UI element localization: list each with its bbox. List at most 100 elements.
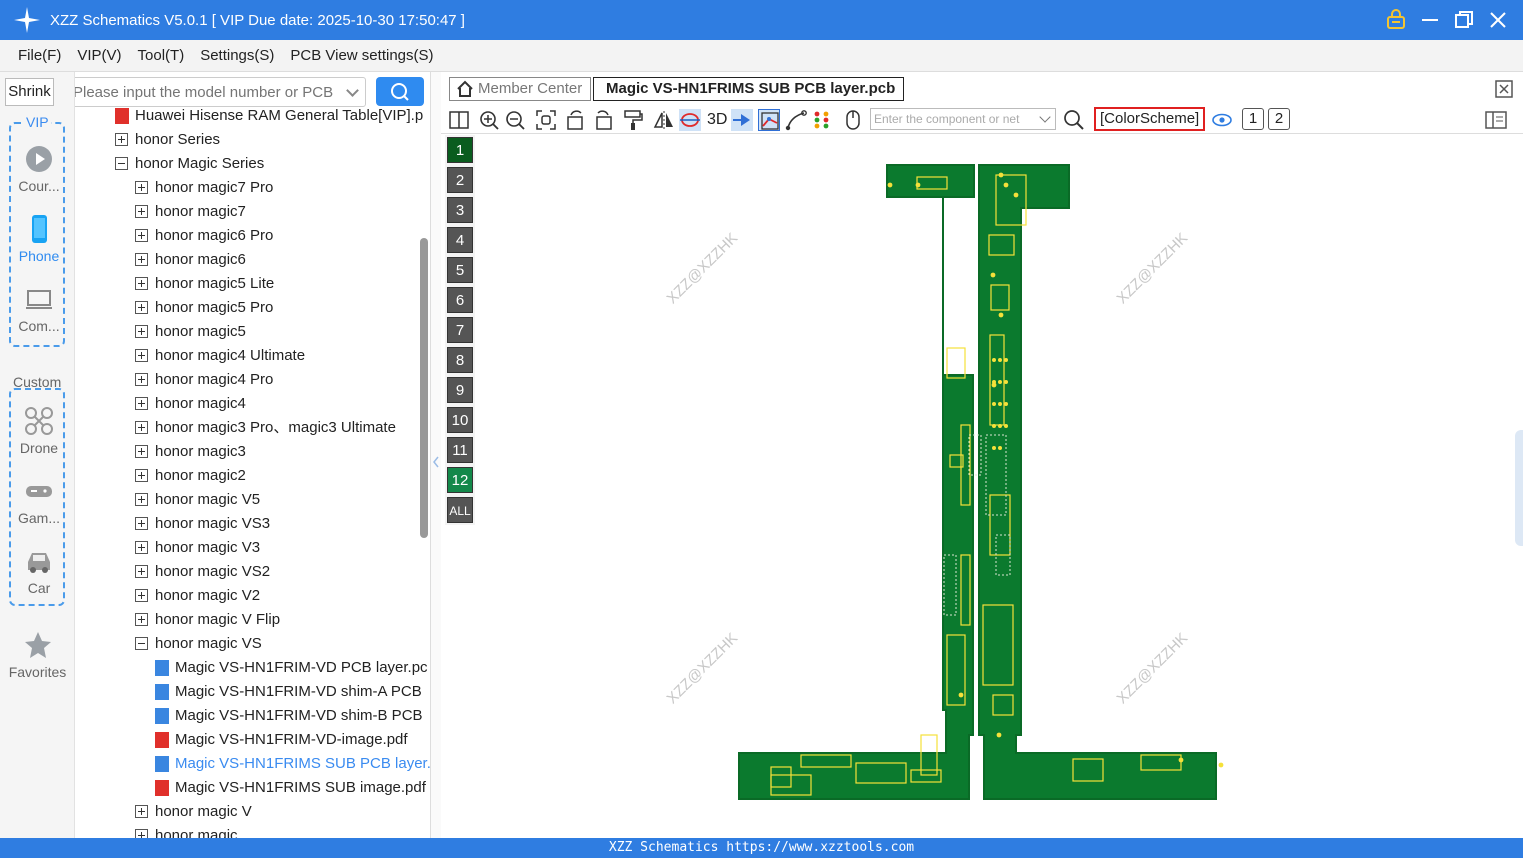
close-icon[interactable] — [1487, 9, 1509, 31]
menu-vip[interactable]: VIP(V) — [77, 47, 121, 64]
expand-icon[interactable] — [135, 229, 148, 242]
nav-item-label: Drone — [19, 440, 59, 456]
net-highlight-icon[interactable] — [758, 109, 780, 131]
search-button[interactable] — [376, 77, 424, 106]
expand-icon[interactable] — [135, 805, 148, 818]
rotate-left-icon[interactable] — [565, 109, 587, 131]
tree-row-label: honor magic VS3 — [155, 515, 271, 532]
expand-icon[interactable] — [135, 517, 148, 530]
tree-row-label: honor Magic Series — [135, 155, 265, 172]
pin-icon[interactable] — [731, 109, 753, 131]
vip-group-label: VIP — [24, 114, 51, 130]
dots-grid-icon[interactable] — [811, 109, 833, 131]
tree-row-label: honor magic5 — [155, 323, 246, 340]
tab-label: Magic VS-HN1FRIMS SUB PCB layer.pcb — [606, 80, 896, 97]
paint-roller-icon[interactable] — [622, 109, 644, 131]
restore-icon[interactable] — [1453, 9, 1475, 31]
nav-item-computer[interactable]: Com... — [11, 284, 67, 334]
tree-row-label: Magic VS-HN1FRIM-VD-image.pdf — [175, 731, 408, 748]
left-nav: Shrink VIP Cour... Phone Com... Custom D… — [0, 72, 75, 838]
pdf-file-icon — [155, 780, 169, 796]
nav-item-favorites[interactable]: Favorites — [1, 630, 74, 680]
chevron-down-icon[interactable] — [1039, 111, 1051, 123]
title-bar: XZZ Schematics V5.0.1 [ VIP Due date: 20… — [0, 0, 1523, 40]
menu-pcb-view-settings[interactable]: PCB View settings(S) — [290, 47, 433, 64]
pcb-canvas[interactable]: XZZ@XZZHK XZZ@XZZHK XZZ@XZZHK XZZ@XZZHK — [441, 135, 1523, 838]
expand-icon[interactable] — [135, 253, 148, 266]
shrink-button[interactable]: Shrink — [5, 78, 54, 106]
panel-splitter[interactable] — [431, 72, 441, 838]
nav-item-label: Favorites — [8, 664, 67, 680]
mouse-icon[interactable] — [842, 109, 864, 131]
fit-view-icon[interactable] — [535, 109, 557, 131]
tree-scroll-thumb[interactable] — [420, 238, 428, 538]
mirror-icon[interactable] — [653, 109, 675, 131]
expand-icon[interactable] — [135, 541, 148, 554]
tree-row-label: Huawei Hisense RAM General Table[VIP].p — [135, 107, 424, 124]
expand-icon[interactable] — [135, 445, 148, 458]
expand-icon[interactable] — [135, 373, 148, 386]
nav-item-label: Com... — [18, 318, 60, 334]
expand-icon[interactable] — [135, 277, 148, 290]
model-search-input[interactable] — [75, 78, 335, 106]
expand-icon[interactable] — [135, 589, 148, 602]
tab-pcb-file[interactable]: Magic VS-HN1FRIMS SUB PCB layer.pcb — [593, 77, 905, 101]
component-search-input[interactable]: Enter the component or net — [870, 108, 1056, 130]
tree-scrollbar[interactable] — [420, 114, 428, 838]
minimize-icon[interactable] — [1419, 9, 1441, 31]
expand-icon[interactable] — [115, 133, 128, 146]
tab-member-center[interactable]: Member Center — [449, 77, 592, 101]
nav-item-games[interactable]: Gam... — [11, 476, 67, 526]
trace-icon[interactable] — [785, 109, 807, 131]
nav-item-courses[interactable]: Cour... — [11, 144, 67, 194]
pcb-board-drawing[interactable] — [441, 135, 1523, 838]
expand-icon[interactable] — [135, 493, 148, 506]
expand-icon[interactable] — [135, 421, 148, 434]
phone-icon — [24, 214, 54, 244]
chevron-down-icon[interactable] — [346, 84, 359, 97]
colorscheme-button[interactable]: [ColorScheme] — [1094, 107, 1206, 131]
nav-item-label: Cour... — [18, 178, 60, 194]
zoom-in-icon[interactable] — [478, 109, 500, 131]
menu-tool[interactable]: Tool(T) — [138, 47, 185, 64]
expand-icon[interactable] — [135, 325, 148, 338]
tree-row-label: honor magic3 Pro、magic3 Ultimate — [155, 419, 396, 436]
right-edge-handle[interactable] — [1515, 430, 1523, 546]
pcb-file-icon — [155, 708, 169, 724]
search-icon[interactable] — [1063, 109, 1085, 131]
view-1-button[interactable]: 1 — [1242, 108, 1264, 130]
close-tabs-icon[interactable] — [1495, 80, 1513, 98]
nav-item-drone[interactable]: Drone — [11, 406, 67, 456]
zoom-out-icon[interactable] — [504, 109, 526, 131]
nav-item-car[interactable]: Car — [11, 546, 67, 596]
collapse-icon[interactable] — [135, 637, 148, 650]
menu-file[interactable]: File(F) — [18, 47, 61, 64]
model-search-box[interactable] — [75, 77, 366, 107]
panel-toggle-icon[interactable] — [1485, 109, 1507, 131]
pcb-file-icon — [155, 684, 169, 700]
tree-row-label: Magic VS-HN1FRIMS SUB PCB layer. — [175, 755, 431, 772]
expand-icon[interactable] — [135, 469, 148, 482]
expand-icon[interactable] — [135, 565, 148, 578]
app-title: XZZ Schematics V5.0.1 [ VIP Due date: 20… — [50, 11, 465, 29]
view-3d-button[interactable]: 3D — [707, 109, 727, 131]
drone-icon — [24, 406, 54, 436]
menu-settings[interactable]: Settings(S) — [200, 47, 274, 64]
expand-icon[interactable] — [135, 205, 148, 218]
expand-icon[interactable] — [135, 301, 148, 314]
pdf-file-icon — [155, 732, 169, 748]
flip-icon[interactable] — [679, 109, 701, 131]
expand-icon[interactable] — [135, 349, 148, 362]
nav-item-phone[interactable]: Phone — [11, 214, 67, 264]
lock-icon[interactable] — [1385, 9, 1407, 31]
expand-icon[interactable] — [135, 613, 148, 626]
expand-icon[interactable] — [135, 181, 148, 194]
expand-icon[interactable] — [135, 397, 148, 410]
collapse-icon[interactable] — [115, 157, 128, 170]
view-2-button[interactable]: 2 — [1268, 108, 1290, 130]
split-view-icon[interactable] — [448, 109, 470, 131]
tree-row-label: honor magic VS2 — [155, 563, 271, 580]
eye-icon[interactable] — [1211, 109, 1233, 131]
rotate-right-icon[interactable] — [592, 109, 614, 131]
expand-icon[interactable] — [135, 829, 148, 838]
